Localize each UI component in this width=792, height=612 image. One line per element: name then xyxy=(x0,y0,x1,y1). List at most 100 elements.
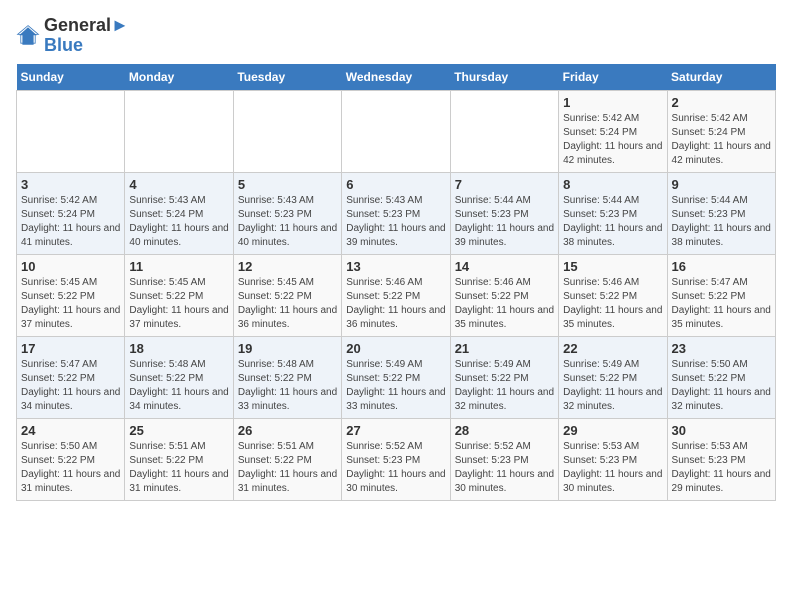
calendar-cell: 26 Sunrise: 5:51 AM Sunset: 5:22 PM Dayli… xyxy=(233,418,341,500)
day-number: 19 xyxy=(238,341,337,356)
day-info: Sunrise: 5:48 AM Sunset: 5:22 PM Dayligh… xyxy=(129,358,228,414)
day-info: Sunrise: 5:53 AM Sunset: 5:23 PM Dayligh… xyxy=(563,440,662,496)
calendar-cell: 7 Sunrise: 5:44 AM Sunset: 5:23 PM Daylig… xyxy=(450,172,558,254)
weekday-header-wednesday: Wednesday xyxy=(342,64,450,91)
day-info: Sunrise: 5:50 AM Sunset: 5:22 PM Dayligh… xyxy=(21,440,120,496)
day-info: Sunrise: 5:46 AM Sunset: 5:22 PM Dayligh… xyxy=(346,276,445,332)
day-info: Sunrise: 5:49 AM Sunset: 5:22 PM Dayligh… xyxy=(563,358,662,414)
logo-text: General► Blue xyxy=(44,16,129,56)
calendar-cell: 6 Sunrise: 5:43 AM Sunset: 5:23 PM Daylig… xyxy=(342,172,450,254)
calendar-week-1: 1 Sunrise: 5:42 AM Sunset: 5:24 PM Daylig… xyxy=(17,90,776,172)
day-info: Sunrise: 5:46 AM Sunset: 5:22 PM Dayligh… xyxy=(455,276,554,332)
day-info: Sunrise: 5:47 AM Sunset: 5:22 PM Dayligh… xyxy=(672,276,771,332)
weekday-header-friday: Friday xyxy=(559,64,667,91)
calendar-cell: 2 Sunrise: 5:42 AM Sunset: 5:24 PM Daylig… xyxy=(667,90,775,172)
weekday-header-tuesday: Tuesday xyxy=(233,64,341,91)
day-number: 23 xyxy=(672,341,771,356)
calendar-cell: 20 Sunrise: 5:49 AM Sunset: 5:22 PM Dayli… xyxy=(342,336,450,418)
calendar-header-row: SundayMondayTuesdayWednesdayThursdayFrid… xyxy=(17,64,776,91)
day-number: 9 xyxy=(672,177,771,192)
calendar-cell: 15 Sunrise: 5:46 AM Sunset: 5:22 PM Dayli… xyxy=(559,254,667,336)
calendar-cell: 4 Sunrise: 5:43 AM Sunset: 5:24 PM Daylig… xyxy=(125,172,233,254)
day-info: Sunrise: 5:42 AM Sunset: 5:24 PM Dayligh… xyxy=(672,112,771,168)
day-number: 15 xyxy=(563,259,662,274)
day-info: Sunrise: 5:45 AM Sunset: 5:22 PM Dayligh… xyxy=(129,276,228,332)
day-info: Sunrise: 5:49 AM Sunset: 5:22 PM Dayligh… xyxy=(346,358,445,414)
calendar-cell: 13 Sunrise: 5:46 AM Sunset: 5:22 PM Dayli… xyxy=(342,254,450,336)
day-number: 8 xyxy=(563,177,662,192)
day-number: 13 xyxy=(346,259,445,274)
calendar-cell: 22 Sunrise: 5:49 AM Sunset: 5:22 PM Dayli… xyxy=(559,336,667,418)
day-number: 2 xyxy=(672,95,771,110)
day-number: 22 xyxy=(563,341,662,356)
day-number: 17 xyxy=(21,341,120,356)
day-number: 25 xyxy=(129,423,228,438)
day-number: 24 xyxy=(21,423,120,438)
day-info: Sunrise: 5:47 AM Sunset: 5:22 PM Dayligh… xyxy=(21,358,120,414)
day-number: 12 xyxy=(238,259,337,274)
calendar-cell: 5 Sunrise: 5:43 AM Sunset: 5:23 PM Daylig… xyxy=(233,172,341,254)
calendar-week-4: 17 Sunrise: 5:47 AM Sunset: 5:22 PM Dayli… xyxy=(17,336,776,418)
day-number: 7 xyxy=(455,177,554,192)
day-number: 5 xyxy=(238,177,337,192)
day-info: Sunrise: 5:52 AM Sunset: 5:23 PM Dayligh… xyxy=(346,440,445,496)
logo: General► Blue xyxy=(16,16,129,56)
day-info: Sunrise: 5:45 AM Sunset: 5:22 PM Dayligh… xyxy=(21,276,120,332)
weekday-header-thursday: Thursday xyxy=(450,64,558,91)
calendar-cell: 1 Sunrise: 5:42 AM Sunset: 5:24 PM Daylig… xyxy=(559,90,667,172)
calendar-cell: 8Sunrise: 5:44 AM Sunset: 5:23 PM Daylig… xyxy=(559,172,667,254)
calendar-cell: 18Sunrise: 5:48 AM Sunset: 5:22 PM Dayli… xyxy=(125,336,233,418)
calendar-cell: 19 Sunrise: 5:48 AM Sunset: 5:22 PM Dayli… xyxy=(233,336,341,418)
calendar-week-5: 24 Sunrise: 5:50 AM Sunset: 5:22 PM Dayli… xyxy=(17,418,776,500)
day-info: Sunrise: 5:43 AM Sunset: 5:23 PM Dayligh… xyxy=(238,194,337,250)
day-info: Sunrise: 5:46 AM Sunset: 5:22 PM Dayligh… xyxy=(563,276,662,332)
day-info: Sunrise: 5:50 AM Sunset: 5:22 PM Dayligh… xyxy=(672,358,771,414)
day-number: 6 xyxy=(346,177,445,192)
calendar-cell: 10Sunrise: 5:45 AM Sunset: 5:22 PM Dayli… xyxy=(17,254,125,336)
day-info: Sunrise: 5:51 AM Sunset: 5:22 PM Dayligh… xyxy=(238,440,337,496)
calendar-cell: 27Sunrise: 5:52 AM Sunset: 5:23 PM Dayli… xyxy=(342,418,450,500)
day-info: Sunrise: 5:42 AM Sunset: 5:24 PM Dayligh… xyxy=(21,194,120,250)
calendar-cell: 3Sunrise: 5:42 AM Sunset: 5:24 PM Daylig… xyxy=(17,172,125,254)
day-number: 30 xyxy=(672,423,771,438)
calendar-cell: 16 Sunrise: 5:47 AM Sunset: 5:22 PM Dayli… xyxy=(667,254,775,336)
day-info: Sunrise: 5:49 AM Sunset: 5:22 PM Dayligh… xyxy=(455,358,554,414)
day-info: Sunrise: 5:44 AM Sunset: 5:23 PM Dayligh… xyxy=(455,194,554,250)
calendar-cell: 21 Sunrise: 5:49 AM Sunset: 5:22 PM Dayli… xyxy=(450,336,558,418)
day-info: Sunrise: 5:45 AM Sunset: 5:22 PM Dayligh… xyxy=(238,276,337,332)
day-number: 29 xyxy=(563,423,662,438)
day-number: 16 xyxy=(672,259,771,274)
day-info: Sunrise: 5:42 AM Sunset: 5:24 PM Dayligh… xyxy=(563,112,662,168)
calendar-cell xyxy=(233,90,341,172)
calendar-cell: 25Sunrise: 5:51 AM Sunset: 5:22 PM Dayli… xyxy=(125,418,233,500)
day-number: 26 xyxy=(238,423,337,438)
calendar-cell: 29 Sunrise: 5:53 AM Sunset: 5:23 PM Dayli… xyxy=(559,418,667,500)
day-info: Sunrise: 5:53 AM Sunset: 5:23 PM Dayligh… xyxy=(672,440,771,496)
calendar-cell: 24 Sunrise: 5:50 AM Sunset: 5:22 PM Dayli… xyxy=(17,418,125,500)
calendar-week-3: 10Sunrise: 5:45 AM Sunset: 5:22 PM Dayli… xyxy=(17,254,776,336)
day-number: 1 xyxy=(563,95,662,110)
day-number: 20 xyxy=(346,341,445,356)
calendar-cell: 17 Sunrise: 5:47 AM Sunset: 5:22 PM Dayli… xyxy=(17,336,125,418)
calendar-cell: 23 Sunrise: 5:50 AM Sunset: 5:22 PM Dayli… xyxy=(667,336,775,418)
calendar-body: 1 Sunrise: 5:42 AM Sunset: 5:24 PM Daylig… xyxy=(17,90,776,500)
day-info: Sunrise: 5:43 AM Sunset: 5:24 PM Dayligh… xyxy=(129,194,228,250)
day-number: 21 xyxy=(455,341,554,356)
day-info: Sunrise: 5:44 AM Sunset: 5:23 PM Dayligh… xyxy=(672,194,771,250)
day-number: 4 xyxy=(129,177,228,192)
day-number: 11 xyxy=(129,259,228,274)
calendar-cell: 14Sunrise: 5:46 AM Sunset: 5:22 PM Dayli… xyxy=(450,254,558,336)
day-number: 28 xyxy=(455,423,554,438)
calendar-cell: 11 Sunrise: 5:45 AM Sunset: 5:22 PM Dayli… xyxy=(125,254,233,336)
weekday-header-saturday: Saturday xyxy=(667,64,775,91)
day-info: Sunrise: 5:43 AM Sunset: 5:23 PM Dayligh… xyxy=(346,194,445,250)
calendar-cell: 12 Sunrise: 5:45 AM Sunset: 5:22 PM Dayli… xyxy=(233,254,341,336)
weekday-header-sunday: Sunday xyxy=(17,64,125,91)
day-info: Sunrise: 5:48 AM Sunset: 5:22 PM Dayligh… xyxy=(238,358,337,414)
calendar-cell xyxy=(450,90,558,172)
day-info: Sunrise: 5:52 AM Sunset: 5:23 PM Dayligh… xyxy=(455,440,554,496)
calendar-week-2: 3Sunrise: 5:42 AM Sunset: 5:24 PM Daylig… xyxy=(17,172,776,254)
calendar-cell: 30 Sunrise: 5:53 AM Sunset: 5:23 PM Dayli… xyxy=(667,418,775,500)
calendar-cell xyxy=(17,90,125,172)
calendar-table: SundayMondayTuesdayWednesdayThursdayFrid… xyxy=(16,64,776,501)
